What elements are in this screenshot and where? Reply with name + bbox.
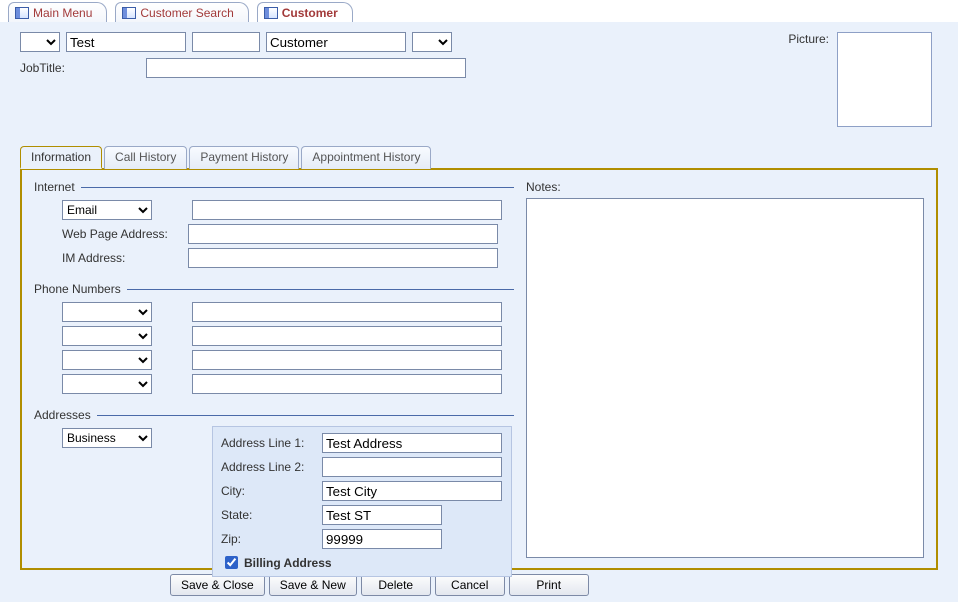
information-panel: Internet Email Web Page Address: IM Addr… <box>20 170 938 570</box>
addr2-label: Address Line 2: <box>221 460 316 474</box>
picture-label: Picture: <box>788 32 829 46</box>
phone-input-2[interactable] <box>192 350 502 370</box>
subtab-payment-history[interactable]: Payment History <box>189 146 299 169</box>
subtab-appointment-history[interactable]: Appointment History <box>301 146 431 169</box>
zip-label: Zip: <box>221 532 316 546</box>
group-internet-title: Internet <box>34 180 75 194</box>
addr1-label: Address Line 1: <box>221 436 316 450</box>
state-label: State: <box>221 508 316 522</box>
phone-input-3[interactable] <box>192 374 502 394</box>
email-type-select[interactable]: Email <box>62 200 152 220</box>
addr2-input[interactable] <box>322 457 502 477</box>
imaddress-label: IM Address: <box>62 251 182 265</box>
last-name-input[interactable] <box>266 32 406 52</box>
phone-input-0[interactable] <box>192 302 502 322</box>
webpage-label: Web Page Address: <box>62 227 182 241</box>
phone-type-select-1[interactable] <box>62 326 152 346</box>
phone-input-1[interactable] <box>192 326 502 346</box>
suffix-select[interactable] <box>412 32 452 52</box>
print-button[interactable]: Print <box>509 574 589 596</box>
billing-label: Billing Address <box>244 556 332 570</box>
group-phones-title: Phone Numbers <box>34 282 121 296</box>
delete-button[interactable]: Delete <box>361 574 431 596</box>
addr1-input[interactable] <box>322 433 502 453</box>
cancel-button[interactable]: Cancel <box>435 574 505 596</box>
email-input[interactable] <box>192 200 502 220</box>
window-tab-strip: Main Menu Customer Search Customer <box>0 0 958 22</box>
notes-textarea[interactable] <box>526 198 924 558</box>
wtab-customer-search[interactable]: Customer Search <box>115 2 248 22</box>
state-input[interactable] <box>322 505 442 525</box>
wtab-customer[interactable]: Customer <box>257 2 353 22</box>
group-addresses-title: Addresses <box>34 408 91 422</box>
imaddress-input[interactable] <box>188 248 498 268</box>
address-type-select[interactable]: Business <box>62 428 152 448</box>
prefix-select[interactable] <box>20 32 60 52</box>
phone-type-select-2[interactable] <box>62 350 152 370</box>
city-label: City: <box>221 484 316 498</box>
wtab-label: Main Menu <box>33 6 92 20</box>
city-input[interactable] <box>322 481 502 501</box>
zip-input[interactable] <box>322 529 442 549</box>
billing-address-checkbox[interactable]: Billing Address <box>221 553 503 572</box>
address-box: Address Line 1: Address Line 2: City: St… <box>212 426 512 577</box>
phone-type-select-3[interactable] <box>62 374 152 394</box>
save-new-button[interactable]: Save & New <box>269 574 357 596</box>
subtab-call-history[interactable]: Call History <box>104 146 187 169</box>
phone-type-select-0[interactable] <box>62 302 152 322</box>
form-icon <box>15 7 29 19</box>
form-icon <box>264 7 278 19</box>
webpage-input[interactable] <box>188 224 498 244</box>
subtab-strip: Information Call History Payment History… <box>20 145 938 170</box>
jobtitle-input[interactable] <box>146 58 466 78</box>
wtab-main-menu[interactable]: Main Menu <box>8 2 107 22</box>
subtab-information[interactable]: Information <box>20 146 102 169</box>
save-close-button[interactable]: Save & Close <box>170 574 265 596</box>
middle-name-input[interactable] <box>192 32 260 52</box>
wtab-label: Customer Search <box>140 6 233 20</box>
jobtitle-label: JobTitle: <box>20 61 140 75</box>
form-icon <box>122 7 136 19</box>
notes-label: Notes: <box>526 180 924 194</box>
first-name-input[interactable] <box>66 32 186 52</box>
wtab-label: Customer <box>282 6 338 20</box>
picture-box[interactable] <box>837 32 932 127</box>
billing-checkbox-input[interactable] <box>225 556 238 569</box>
